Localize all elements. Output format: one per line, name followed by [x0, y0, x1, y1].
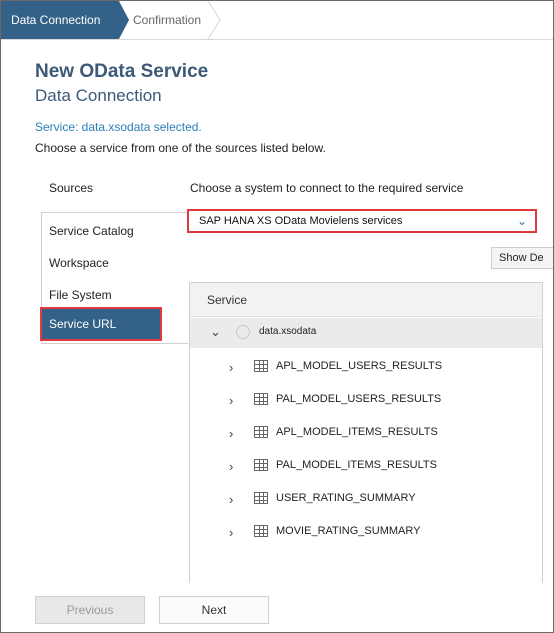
table-icon: [254, 426, 268, 438]
tree-row-label: PAL_MODEL_ITEMS_RESULTS: [276, 459, 437, 471]
service-tree: Service ⌄ data.xsodata › APL_MODEL_USERS…: [189, 282, 543, 583]
system-select[interactable]: SAP HANA XS OData Movielens services ⌄: [187, 209, 537, 233]
dialog-frame: Data Connection Confirmation New OData S…: [0, 0, 554, 633]
next-button[interactable]: Next: [159, 596, 269, 624]
chevron-right-icon[interactable]: ›: [229, 426, 233, 441]
tree-row-label: PAL_MODEL_USERS_RESULTS: [276, 393, 442, 405]
step-arrow: [119, 1, 129, 39]
source-workspace[interactable]: Workspace: [49, 256, 109, 270]
tree-row-label: APL_MODEL_USERS_RESULTS: [276, 360, 443, 372]
table-icon: [254, 459, 268, 471]
chevron-down-icon[interactable]: ⌄: [210, 324, 221, 340]
previous-button[interactable]: Previous: [35, 596, 145, 624]
tree-row[interactable]: › MOVIE_RATING_SUMMARY: [190, 516, 542, 549]
chevron-down-icon: ⌄: [516, 214, 527, 228]
page-title: New OData Service: [35, 61, 209, 82]
source-service-url[interactable]: Service URL: [40, 307, 162, 341]
tree-row[interactable]: › USER_RATING_SUMMARY: [190, 483, 542, 516]
status-text: Service: data.xsodata selected.: [35, 120, 202, 134]
source-service-catalog[interactable]: Service Catalog: [49, 224, 134, 238]
wizard-steps: Data Connection Confirmation: [1, 1, 553, 40]
chevron-right-icon[interactable]: ›: [229, 525, 233, 540]
tree-column-header: Service: [190, 283, 542, 317]
tree-row[interactable]: › APL_MODEL_ITEMS_RESULTS: [190, 417, 542, 450]
step-data-connection[interactable]: Data Connection: [1, 1, 119, 39]
tree-row[interactable]: › PAL_MODEL_ITEMS_RESULTS: [190, 450, 542, 483]
system-heading: Choose a system to connect to the requir…: [190, 181, 464, 195]
chevron-right-icon[interactable]: ›: [229, 360, 233, 375]
step-separator-icon: [207, 1, 221, 39]
chevron-right-icon[interactable]: ›: [229, 459, 233, 474]
chevron-right-icon[interactable]: ›: [229, 393, 233, 408]
page-subtitle: Data Connection: [35, 86, 162, 105]
table-icon: [254, 360, 268, 372]
instruction-text: Choose a service from one of the sources…: [35, 141, 326, 155]
tree-root-row[interactable]: ⌄ data.xsodata: [190, 318, 542, 348]
table-icon: [254, 492, 268, 504]
tree-row[interactable]: › APL_MODEL_USERS_RESULTS: [190, 351, 542, 384]
sources-heading: Sources: [49, 181, 94, 195]
source-file-system[interactable]: File System: [49, 288, 112, 302]
table-icon: [254, 525, 268, 537]
tree-row-label: MOVIE_RATING_SUMMARY: [276, 525, 421, 537]
tree-row-label: APL_MODEL_ITEMS_RESULTS: [276, 426, 438, 438]
tree-root-label: data.xsodata: [259, 326, 317, 337]
system-select-value: SAP HANA XS OData Movielens services: [199, 215, 403, 227]
step-confirmation[interactable]: Confirmation: [133, 1, 201, 39]
tree-row[interactable]: › PAL_MODEL_USERS_RESULTS: [190, 384, 542, 417]
show-details-button[interactable]: Show De: [491, 247, 553, 269]
tree-row-label: USER_RATING_SUMMARY: [276, 492, 416, 504]
service-icon: [236, 325, 250, 339]
table-icon: [254, 393, 268, 405]
chevron-right-icon[interactable]: ›: [229, 492, 233, 507]
